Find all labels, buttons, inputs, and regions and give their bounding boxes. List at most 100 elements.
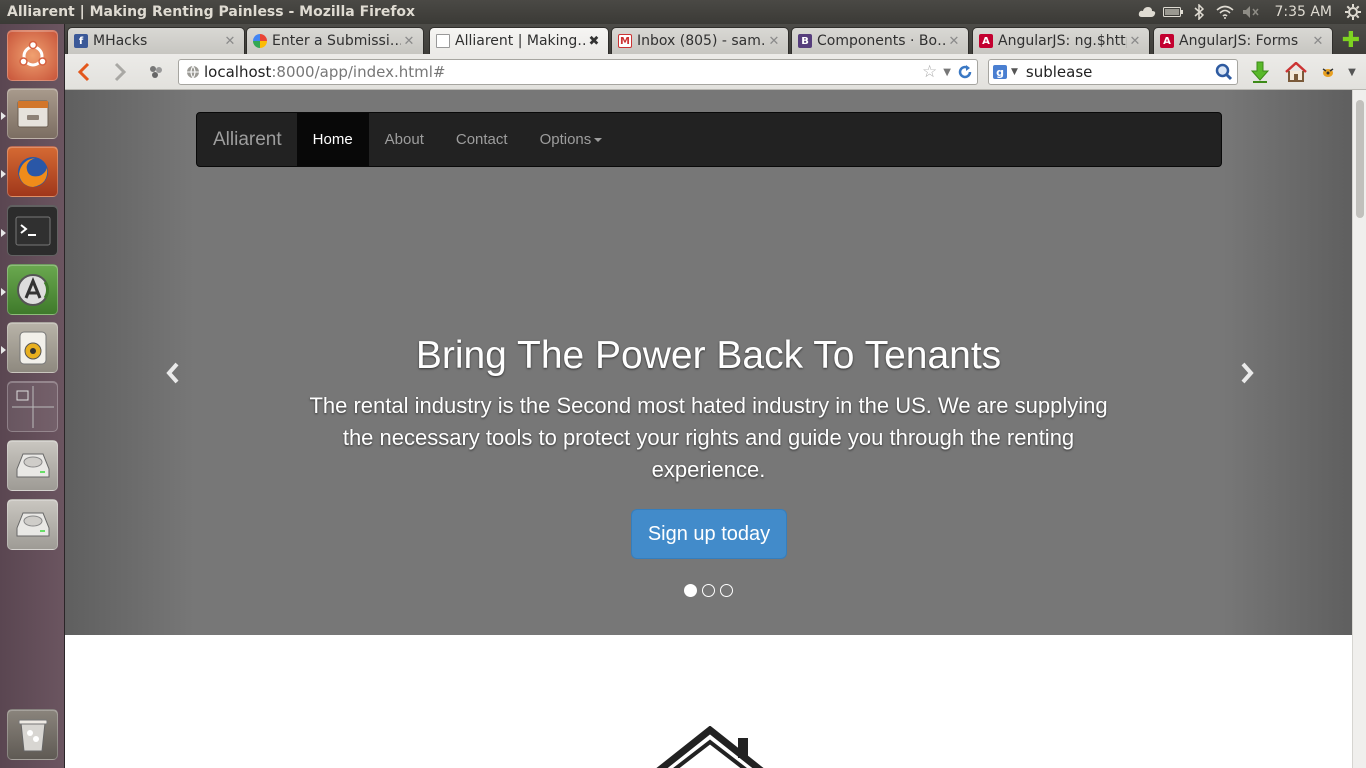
gmail-icon: M (618, 34, 632, 48)
trash-icon[interactable] (7, 709, 58, 760)
nav-options-label: Options (539, 131, 592, 148)
ubuntu-dash-icon[interactable] (7, 30, 58, 81)
nav-contact[interactable]: Contact (440, 113, 524, 166)
hero-heading: Bring The Power Back To Tenants (415, 334, 1002, 377)
star-icon[interactable]: ☆ (922, 62, 937, 82)
tab-label: Alliarent | Making… (455, 33, 586, 49)
running-indicator (1, 288, 6, 296)
tab-label: Components · Bo… (817, 33, 946, 49)
navigation-toolbar: localhost:8000/app/index.html# ☆ ▼ g ▼ s… (65, 54, 1366, 90)
facebook-icon: f (74, 34, 88, 48)
tab-inbox[interactable]: M Inbox (805) - sam… ✕ (611, 27, 789, 54)
running-indicator (1, 112, 6, 120)
angular-icon: A (1160, 34, 1174, 48)
reload-icon[interactable] (957, 64, 973, 80)
forward-button[interactable] (107, 58, 133, 86)
home-icon[interactable] (1283, 58, 1309, 86)
caret-down-icon (594, 137, 603, 142)
hero-text: The rental industry is the Second most h… (309, 393, 1108, 482)
running-indicator (1, 229, 6, 237)
close-icon[interactable]: ✖ (586, 34, 602, 49)
tab-components[interactable]: B Components · Bo… ✕ (791, 27, 969, 54)
drive-icon[interactable] (7, 499, 58, 550)
carousel-next-button[interactable] (1232, 358, 1262, 388)
search-icon[interactable] (1215, 63, 1233, 81)
drive-icon[interactable] (7, 440, 58, 491)
window-title-bar: Alliarent | Making Renting Painless - Mo… (0, 0, 1366, 24)
tab-bar: f MHacks ✕ Enter a Submissi… ✕ Alliarent… (65, 24, 1366, 54)
back-button[interactable] (71, 58, 97, 86)
tab-label: Inbox (805) - sam… (637, 33, 766, 49)
cloud-icon[interactable] (1134, 0, 1160, 24)
nav-about[interactable]: About (369, 113, 440, 166)
battery-icon[interactable] (1160, 0, 1186, 24)
tab-alliarent[interactable]: Alliarent | Making… ✖ (429, 27, 609, 54)
clock[interactable]: 7:35 AM (1264, 4, 1340, 20)
bootstrap-icon: B (798, 34, 812, 48)
tab-label: Enter a Submissi… (272, 33, 401, 49)
sign-up-button[interactable]: Sign up today (631, 509, 787, 559)
search-input[interactable]: sublease (1026, 63, 1092, 81)
software-updater-icon[interactable] (7, 264, 58, 315)
dropdown-icon[interactable]: ▼ (943, 67, 951, 78)
window-title: Alliarent | Making Renting Painless - Mo… (7, 4, 416, 20)
launcher (0, 24, 65, 768)
close-icon[interactable]: ✕ (222, 34, 238, 49)
page-content: Alliarent Home About Contact Options Bri… (65, 90, 1352, 768)
workspace-switcher-icon[interactable] (7, 381, 58, 432)
google-icon (253, 34, 267, 48)
downloads-icon[interactable] (1247, 58, 1273, 86)
url-path: :8000/app/index.html# (271, 63, 446, 81)
tab-label: MHacks (93, 33, 148, 49)
menu-dropdown-icon[interactable]: ▼ (1343, 58, 1361, 86)
gear-icon[interactable] (1340, 0, 1366, 24)
bluetooth-icon[interactable] (1186, 0, 1212, 24)
wifi-icon[interactable] (1212, 0, 1238, 24)
blank-page-icon (436, 34, 450, 48)
close-icon[interactable]: ✕ (1310, 34, 1326, 49)
extension-icon[interactable] (1317, 58, 1339, 86)
angular-icon: A (979, 34, 993, 48)
tab-angular-http[interactable]: A AngularJS: ng.$http ✕ (972, 27, 1150, 54)
history-icon[interactable] (143, 58, 169, 86)
close-icon[interactable]: ✕ (1127, 34, 1143, 49)
site-brand[interactable]: Alliarent (197, 113, 297, 166)
globe-icon (182, 65, 204, 79)
nav-home[interactable]: Home (296, 113, 369, 166)
volume-muted-icon[interactable] (1238, 0, 1264, 24)
carousel-indicator-2[interactable] (702, 584, 715, 597)
carousel-indicator-1[interactable] (684, 584, 697, 597)
files-icon[interactable] (7, 88, 58, 139)
dropdown-icon[interactable]: ▼ (1011, 67, 1018, 77)
chevron-left-icon (166, 362, 179, 384)
tab-label: AngularJS: ng.$http (998, 33, 1127, 49)
carousel-caption: Bring The Power Back To Tenants The rent… (305, 334, 1112, 486)
running-indicator (1, 170, 6, 178)
carousel-indicators (684, 584, 733, 597)
url-bar[interactable]: localhost:8000/app/index.html# ☆ ▼ (178, 59, 978, 85)
close-icon[interactable]: ✕ (946, 34, 962, 49)
terminal-icon[interactable] (7, 205, 58, 256)
carousel-prev-button[interactable] (158, 358, 188, 388)
page-scrollbar[interactable] (1352, 90, 1366, 768)
nav-options-dropdown[interactable]: Options (524, 113, 619, 166)
carousel-indicator-3[interactable] (720, 584, 733, 597)
rhythmbox-icon[interactable] (7, 322, 58, 373)
url-host: localhost (204, 63, 272, 81)
chevron-right-icon (1241, 362, 1254, 384)
firefox-icon[interactable] (7, 146, 58, 197)
house-icon (650, 725, 770, 768)
hero-carousel: Alliarent Home About Contact Options Bri… (65, 90, 1352, 635)
google-icon[interactable]: g (993, 65, 1007, 79)
close-icon[interactable]: ✕ (401, 34, 417, 49)
scrollbar-thumb[interactable] (1356, 100, 1364, 218)
new-tab-button[interactable]: ✚ (1338, 28, 1364, 53)
tab-mhacks[interactable]: f MHacks ✕ (67, 27, 245, 54)
tab-label: AngularJS: Forms (1179, 33, 1299, 49)
search-bar[interactable]: g ▼ sublease (988, 59, 1238, 85)
running-indicator (1, 346, 6, 354)
tab-angular-forms[interactable]: A AngularJS: Forms ✕ (1153, 27, 1333, 54)
site-navbar: Alliarent Home About Contact Options (196, 112, 1222, 167)
tab-submission[interactable]: Enter a Submissi… ✕ (246, 27, 424, 54)
close-icon[interactable]: ✕ (766, 34, 782, 49)
